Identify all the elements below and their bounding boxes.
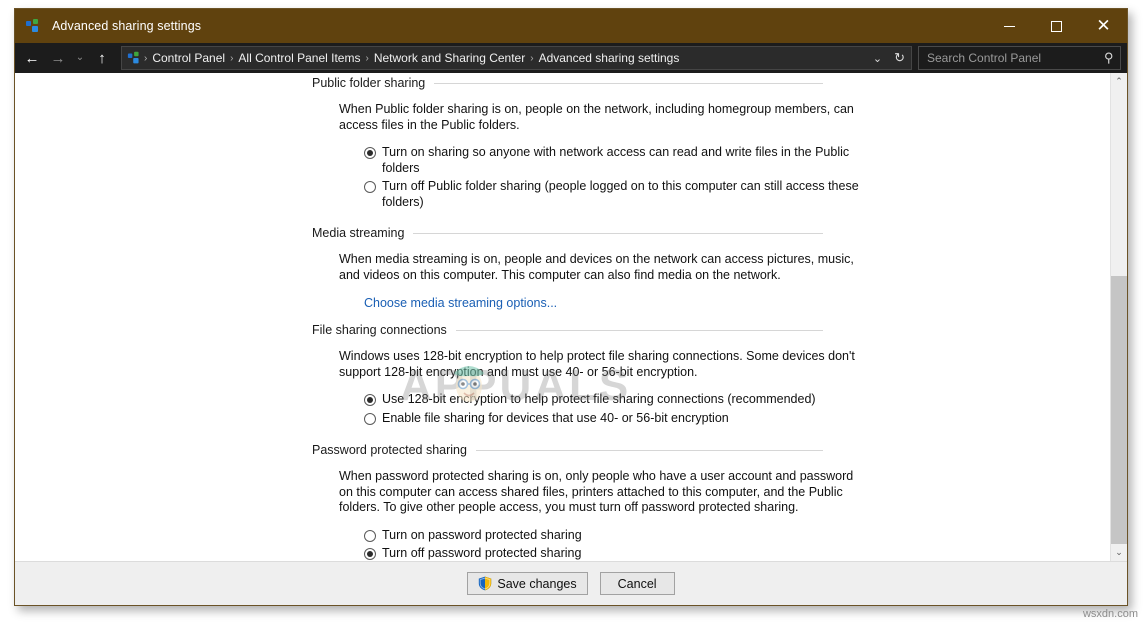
section-password-protected-sharing: Password protected sharing When password… bbox=[15, 443, 1110, 561]
section-header: File sharing connections bbox=[312, 323, 1110, 337]
section-rule bbox=[455, 329, 823, 331]
radio-option[interactable]: Turn off Public folder sharing (people l… bbox=[364, 179, 1110, 210]
minimize-button[interactable] bbox=[986, 9, 1033, 43]
breadcrumb-item-control-panel[interactable]: Control Panel bbox=[148, 49, 229, 67]
uac-shield-icon bbox=[479, 576, 492, 591]
radio-label: Turn off password protected sharing bbox=[382, 546, 582, 560]
section-description: When media streaming is on, people and d… bbox=[339, 252, 854, 282]
cancel-button[interactable]: Cancel bbox=[599, 572, 675, 595]
chevron-down-icon[interactable]: ⌄ bbox=[867, 52, 888, 65]
forward-button[interactable]: → bbox=[45, 45, 71, 71]
breadcrumb-network-sharing-icon bbox=[127, 50, 143, 66]
section-header: Password protected sharing bbox=[312, 443, 1110, 457]
radio-button[interactable] bbox=[364, 394, 376, 406]
radio-button[interactable] bbox=[364, 412, 376, 425]
radio-label: Enable file sharing for devices that use… bbox=[382, 410, 729, 425]
screenshot-root: Advanced sharing settings ✕ ← → ⌄ ↑ › Co… bbox=[0, 0, 1146, 622]
section-header: Media streaming bbox=[312, 226, 1110, 240]
radio-label: Turn on sharing so anyone with network a… bbox=[382, 145, 850, 175]
save-changes-button[interactable]: Save changes bbox=[467, 572, 588, 595]
choose-media-streaming-options-link[interactable]: Choose media streaming options... bbox=[364, 296, 557, 310]
section-title: Public folder sharing bbox=[312, 76, 426, 90]
radio-label: Turn off Public folder sharing (people l… bbox=[382, 179, 859, 209]
radio-option[interactable]: Turn on sharing so anyone with network a… bbox=[364, 145, 1110, 176]
address-bar: ← → ⌄ ↑ › Control Panel › All Control Pa… bbox=[15, 43, 1127, 73]
cancel-label: Cancel bbox=[617, 576, 657, 591]
maximize-icon bbox=[1051, 20, 1062, 32]
radio-option[interactable]: Enable file sharing for devices that use… bbox=[364, 411, 1110, 427]
radio-button[interactable] bbox=[364, 147, 376, 159]
wsxdn-watermark: wsxdn.com bbox=[1082, 608, 1138, 620]
breadcrumb-item-network-and-sharing-center[interactable]: Network and Sharing Center bbox=[370, 49, 529, 67]
up-button[interactable]: ↑ bbox=[89, 45, 115, 71]
maximize-button[interactable] bbox=[1033, 9, 1080, 43]
title-bar: Advanced sharing settings ✕ bbox=[15, 9, 1127, 43]
back-button[interactable]: ← bbox=[19, 45, 45, 71]
window-controls: ✕ bbox=[986, 9, 1127, 43]
section-rule bbox=[434, 82, 823, 84]
radio-button[interactable] bbox=[364, 529, 376, 542]
close-icon: ✕ bbox=[1096, 15, 1111, 35]
section-public-folder-sharing: Public folder sharing When Public folder… bbox=[15, 76, 1110, 210]
save-changes-label: Save changes bbox=[497, 576, 577, 591]
section-title: Media streaming bbox=[312, 226, 405, 240]
radio-option[interactable]: Use 128-bit encryption to help protect f… bbox=[364, 392, 1110, 408]
scroll-content: Public folder sharing When Public folder… bbox=[15, 73, 1110, 561]
radio-group-file-sharing-connections: Use 128-bit encryption to help protect f… bbox=[364, 392, 1110, 426]
footer-button-bar: Save changes Cancel bbox=[15, 561, 1127, 605]
scroll-up-button[interactable]: ⌃ bbox=[1111, 73, 1127, 90]
section-file-sharing-connections: File sharing connections Windows uses 12… bbox=[15, 323, 1110, 426]
search-box[interactable]: Search Control Panel ⚲ bbox=[918, 46, 1121, 70]
breadcrumb-item-advanced-sharing-settings[interactable]: Advanced sharing settings bbox=[535, 49, 684, 67]
section-media-streaming: Media streaming When media streaming is … bbox=[15, 226, 1110, 312]
section-description: When Public folder sharing is on, people… bbox=[339, 102, 854, 132]
network-sharing-icon bbox=[25, 17, 43, 35]
refresh-icon[interactable]: ↻ bbox=[888, 50, 909, 66]
radio-button[interactable] bbox=[364, 181, 376, 193]
radio-group-public-folder-sharing: Turn on sharing so anyone with network a… bbox=[364, 145, 1110, 210]
settings-list: Public folder sharing When Public folder… bbox=[15, 76, 1110, 561]
search-icon: ⚲ bbox=[1104, 50, 1114, 65]
radio-label: Use 128-bit encryption to help protect f… bbox=[382, 392, 816, 406]
section-rule bbox=[475, 449, 823, 451]
recent-locations-button[interactable]: ⌄ bbox=[71, 45, 89, 71]
search-input[interactable]: Search Control Panel bbox=[927, 51, 1104, 65]
section-title: Password protected sharing bbox=[312, 443, 467, 457]
radio-label: Turn on password protected sharing bbox=[382, 527, 582, 542]
vertical-scrollbar[interactable]: ⌃ ⌄ bbox=[1110, 73, 1127, 561]
breadcrumb[interactable]: › Control Panel › All Control Panel Item… bbox=[121, 46, 912, 70]
body-area: Public folder sharing When Public folder… bbox=[15, 73, 1127, 561]
section-description: Windows uses 128-bit encryption to help … bbox=[339, 349, 855, 379]
scrollbar-track[interactable] bbox=[1111, 90, 1127, 544]
section-rule bbox=[413, 232, 823, 234]
radio-group-password-protected-sharing: Turn on password protected sharing Turn … bbox=[364, 528, 1110, 562]
scrollbar-thumb[interactable] bbox=[1111, 276, 1127, 544]
window-title: Advanced sharing settings bbox=[52, 19, 202, 33]
close-button[interactable]: ✕ bbox=[1080, 9, 1127, 43]
radio-button[interactable] bbox=[364, 548, 376, 560]
scroll-down-button[interactable]: ⌄ bbox=[1111, 544, 1127, 561]
advanced-sharing-settings-window: Advanced sharing settings ✕ ← → ⌄ ↑ › Co… bbox=[14, 8, 1128, 606]
section-title: File sharing connections bbox=[312, 323, 447, 337]
breadcrumb-item-all-control-panel-items[interactable]: All Control Panel Items bbox=[234, 49, 364, 67]
section-header: Public folder sharing bbox=[312, 76, 1110, 90]
radio-option[interactable]: Turn on password protected sharing bbox=[364, 528, 1110, 544]
section-description: When password protected sharing is on, o… bbox=[339, 469, 854, 514]
radio-option[interactable]: Turn off password protected sharing bbox=[364, 546, 1110, 561]
minimize-icon bbox=[1004, 25, 1015, 27]
